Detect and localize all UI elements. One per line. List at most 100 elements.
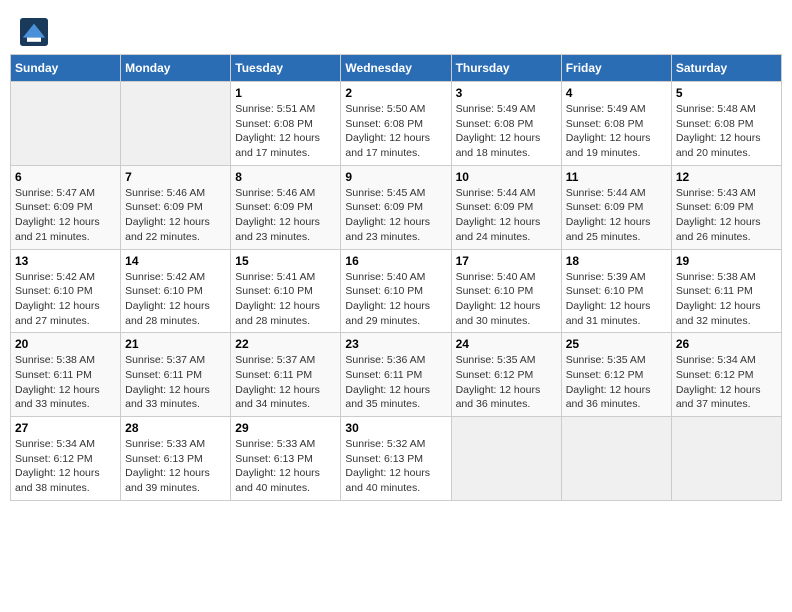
- day-info: Sunrise: 5:35 AM Sunset: 6:12 PM Dayligh…: [456, 353, 557, 412]
- day-info: Sunrise: 5:33 AM Sunset: 6:13 PM Dayligh…: [125, 437, 226, 496]
- calendar-cell: 16 Sunrise: 5:40 AM Sunset: 6:10 PM Dayli…: [341, 249, 451, 333]
- calendar-week-row: 13 Sunrise: 5:42 AM Sunset: 6:10 PM Dayli…: [11, 249, 782, 333]
- day-info: Sunrise: 5:49 AM Sunset: 6:08 PM Dayligh…: [456, 102, 557, 161]
- day-number: 15: [235, 254, 336, 268]
- calendar-cell: 23Sunrise: 5:36 AM Sunset: 6:11 PM Dayli…: [341, 333, 451, 417]
- day-number: 7: [125, 170, 226, 184]
- calendar-cell: 26Sunrise: 5:34 AM Sunset: 6:12 PM Dayli…: [671, 333, 781, 417]
- calendar-cell: 4 Sunrise: 5:49 AM Sunset: 6:08 PM Daylig…: [561, 82, 671, 166]
- weekday-header: Friday: [561, 55, 671, 82]
- calendar-cell: [121, 82, 231, 166]
- calendar-week-row: 6 Sunrise: 5:47 AM Sunset: 6:09 PM Daylig…: [11, 165, 782, 249]
- weekday-header: Sunday: [11, 55, 121, 82]
- day-info: Sunrise: 5:34 AM Sunset: 6:12 PM Dayligh…: [15, 437, 116, 496]
- calendar-cell: 17 Sunrise: 5:40 AM Sunset: 6:10 PM Dayli…: [451, 249, 561, 333]
- day-number: 10: [456, 170, 557, 184]
- calendar-cell: 7 Sunrise: 5:46 AM Sunset: 6:09 PM Daylig…: [121, 165, 231, 249]
- calendar-cell: 19 Sunrise: 5:38 AM Sunset: 6:11 PM Dayli…: [671, 249, 781, 333]
- day-number: 19: [676, 254, 777, 268]
- calendar-cell: 20Sunrise: 5:38 AM Sunset: 6:11 PM Dayli…: [11, 333, 121, 417]
- day-info: Sunrise: 5:37 AM Sunset: 6:11 PM Dayligh…: [235, 353, 336, 412]
- day-info: Sunrise: 5:44 AM Sunset: 6:09 PM Dayligh…: [456, 186, 557, 245]
- calendar-cell: 27 Sunrise: 5:34 AM Sunset: 6:12 PM Dayli…: [11, 417, 121, 501]
- day-number: 16: [345, 254, 446, 268]
- calendar-cell: 1Sunrise: 5:51 AM Sunset: 6:08 PM Daylig…: [231, 82, 341, 166]
- calendar-week-row: 20Sunrise: 5:38 AM Sunset: 6:11 PM Dayli…: [11, 333, 782, 417]
- day-info: Sunrise: 5:37 AM Sunset: 6:11 PM Dayligh…: [125, 353, 226, 412]
- day-number: 17: [456, 254, 557, 268]
- logo: [20, 18, 50, 46]
- day-number: 9: [345, 170, 446, 184]
- day-info: Sunrise: 5:51 AM Sunset: 6:08 PM Dayligh…: [235, 102, 336, 161]
- day-info: Sunrise: 5:46 AM Sunset: 6:09 PM Dayligh…: [235, 186, 336, 245]
- calendar-cell: [451, 417, 561, 501]
- day-number: 28: [125, 421, 226, 435]
- calendar-cell: 12 Sunrise: 5:43 AM Sunset: 6:09 PM Dayli…: [671, 165, 781, 249]
- calendar-cell: 18Sunrise: 5:39 AM Sunset: 6:10 PM Dayli…: [561, 249, 671, 333]
- calendar-cell: 2 Sunrise: 5:50 AM Sunset: 6:08 PM Daylig…: [341, 82, 451, 166]
- day-number: 21: [125, 337, 226, 351]
- day-number: 14: [125, 254, 226, 268]
- calendar-cell: [11, 82, 121, 166]
- day-number: 8: [235, 170, 336, 184]
- calendar-header-row: SundayMondayTuesdayWednesdayThursdayFrid…: [11, 55, 782, 82]
- day-number: 11: [566, 170, 667, 184]
- day-number: 6: [15, 170, 116, 184]
- day-info: Sunrise: 5:44 AM Sunset: 6:09 PM Dayligh…: [566, 186, 667, 245]
- day-number: 2: [345, 86, 446, 100]
- calendar-cell: 8 Sunrise: 5:46 AM Sunset: 6:09 PM Daylig…: [231, 165, 341, 249]
- calendar-cell: 13 Sunrise: 5:42 AM Sunset: 6:10 PM Dayli…: [11, 249, 121, 333]
- calendar-cell: [561, 417, 671, 501]
- day-info: Sunrise: 5:41 AM Sunset: 6:10 PM Dayligh…: [235, 270, 336, 329]
- day-number: 5: [676, 86, 777, 100]
- day-info: Sunrise: 5:32 AM Sunset: 6:13 PM Dayligh…: [345, 437, 446, 496]
- day-number: 22: [235, 337, 336, 351]
- day-number: 24: [456, 337, 557, 351]
- day-info: Sunrise: 5:38 AM Sunset: 6:11 PM Dayligh…: [676, 270, 777, 329]
- calendar-cell: 6 Sunrise: 5:47 AM Sunset: 6:09 PM Daylig…: [11, 165, 121, 249]
- day-info: Sunrise: 5:43 AM Sunset: 6:09 PM Dayligh…: [676, 186, 777, 245]
- weekday-header: Thursday: [451, 55, 561, 82]
- day-number: 12: [676, 170, 777, 184]
- calendar-cell: 24 Sunrise: 5:35 AM Sunset: 6:12 PM Dayli…: [451, 333, 561, 417]
- day-info: Sunrise: 5:40 AM Sunset: 6:10 PM Dayligh…: [345, 270, 446, 329]
- day-number: 23: [345, 337, 446, 351]
- calendar-week-row: 27 Sunrise: 5:34 AM Sunset: 6:12 PM Dayli…: [11, 417, 782, 501]
- calendar-cell: 29 Sunrise: 5:33 AM Sunset: 6:13 PM Dayli…: [231, 417, 341, 501]
- day-info: Sunrise: 5:42 AM Sunset: 6:10 PM Dayligh…: [15, 270, 116, 329]
- day-number: 29: [235, 421, 336, 435]
- day-info: Sunrise: 5:33 AM Sunset: 6:13 PM Dayligh…: [235, 437, 336, 496]
- logo-icon: [20, 18, 48, 46]
- calendar-cell: 21 Sunrise: 5:37 AM Sunset: 6:11 PM Dayli…: [121, 333, 231, 417]
- weekday-header: Tuesday: [231, 55, 341, 82]
- day-number: 4: [566, 86, 667, 100]
- calendar-cell: 9 Sunrise: 5:45 AM Sunset: 6:09 PM Daylig…: [341, 165, 451, 249]
- day-info: Sunrise: 5:46 AM Sunset: 6:09 PM Dayligh…: [125, 186, 226, 245]
- calendar-table: SundayMondayTuesdayWednesdayThursdayFrid…: [10, 54, 782, 501]
- day-number: 20: [15, 337, 116, 351]
- day-number: 27: [15, 421, 116, 435]
- day-info: Sunrise: 5:47 AM Sunset: 6:09 PM Dayligh…: [15, 186, 116, 245]
- day-number: 30: [345, 421, 446, 435]
- day-number: 18: [566, 254, 667, 268]
- day-info: Sunrise: 5:40 AM Sunset: 6:10 PM Dayligh…: [456, 270, 557, 329]
- day-info: Sunrise: 5:34 AM Sunset: 6:12 PM Dayligh…: [676, 353, 777, 412]
- day-info: Sunrise: 5:48 AM Sunset: 6:08 PM Dayligh…: [676, 102, 777, 161]
- calendar-cell: 3 Sunrise: 5:49 AM Sunset: 6:08 PM Daylig…: [451, 82, 561, 166]
- calendar-cell: 28 Sunrise: 5:33 AM Sunset: 6:13 PM Dayli…: [121, 417, 231, 501]
- day-info: Sunrise: 5:50 AM Sunset: 6:08 PM Dayligh…: [345, 102, 446, 161]
- day-info: Sunrise: 5:49 AM Sunset: 6:08 PM Dayligh…: [566, 102, 667, 161]
- calendar-cell: 25Sunrise: 5:35 AM Sunset: 6:12 PM Dayli…: [561, 333, 671, 417]
- calendar-cell: 14 Sunrise: 5:42 AM Sunset: 6:10 PM Dayli…: [121, 249, 231, 333]
- day-info: Sunrise: 5:42 AM Sunset: 6:10 PM Dayligh…: [125, 270, 226, 329]
- weekday-header: Monday: [121, 55, 231, 82]
- day-number: 3: [456, 86, 557, 100]
- day-info: Sunrise: 5:45 AM Sunset: 6:09 PM Dayligh…: [345, 186, 446, 245]
- calendar-cell: 5 Sunrise: 5:48 AM Sunset: 6:08 PM Daylig…: [671, 82, 781, 166]
- page-header: [10, 10, 782, 50]
- day-number: 25: [566, 337, 667, 351]
- calendar-week-row: 1Sunrise: 5:51 AM Sunset: 6:08 PM Daylig…: [11, 82, 782, 166]
- day-number: 13: [15, 254, 116, 268]
- calendar-cell: 22 Sunrise: 5:37 AM Sunset: 6:11 PM Dayli…: [231, 333, 341, 417]
- calendar-cell: 15 Sunrise: 5:41 AM Sunset: 6:10 PM Dayli…: [231, 249, 341, 333]
